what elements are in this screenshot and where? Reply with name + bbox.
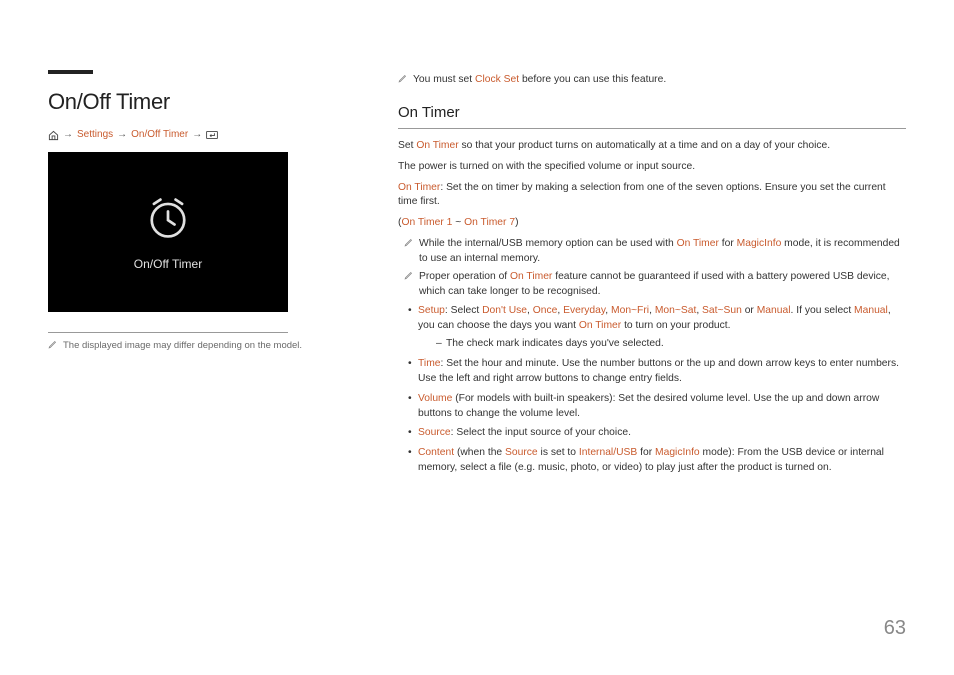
page-title: On/Off Timer (48, 86, 338, 118)
divider (48, 332, 288, 333)
image-caption: The displayed image may differ depending… (48, 339, 338, 353)
home-icon (48, 130, 59, 141)
note-text: Proper operation of On Timer feature can… (419, 270, 906, 300)
paragraph: The power is turned on with the specifie… (398, 160, 906, 175)
top-rule (48, 70, 93, 74)
arrow: → (117, 128, 127, 143)
bullet-content: Content (when the Source is set to Inter… (408, 446, 906, 476)
clock-icon (142, 192, 194, 244)
dash-list: The check mark indicates days you've sel… (418, 337, 906, 352)
pencil-icon (404, 238, 413, 267)
dash-item: The check mark indicates days you've sel… (436, 337, 906, 352)
pencil-icon (398, 74, 407, 88)
arrow: → (192, 128, 202, 143)
left-column: On/Off Timer → Settings → On/Off Timer → (48, 70, 338, 481)
paragraph: (On Timer 1 ~ On Timer 7) (398, 216, 906, 231)
arrow: → (63, 128, 73, 143)
bullet-setup: Setup: Select Don't Use, Once, Everyday,… (408, 304, 906, 352)
paragraph: Set On Timer so that your product turns … (398, 139, 906, 154)
note-internal-usb: While the internal/USB memory option can… (404, 237, 906, 267)
note-text: While the internal/USB memory option can… (419, 237, 906, 267)
note-text: You must set Clock Set before you can us… (413, 73, 666, 88)
enter-icon (206, 130, 218, 140)
page-number: 63 (884, 614, 906, 643)
breadcrumb-settings: Settings (77, 128, 113, 143)
bullet-volume: Volume (For models with built-in speaker… (408, 392, 906, 422)
preview-image: On/Off Timer (48, 152, 288, 312)
clock-set-note: You must set Clock Set before you can us… (398, 73, 906, 88)
bullet-list: Setup: Select Don't Use, Once, Everyday,… (398, 304, 906, 476)
bullet-source: Source: Select the input source of your … (408, 426, 906, 441)
pencil-icon (48, 340, 57, 353)
pencil-icon (404, 271, 413, 300)
right-column: You must set Clock Set before you can us… (398, 70, 906, 481)
note-battery-usb: Proper operation of On Timer feature can… (404, 270, 906, 300)
caption-text: The displayed image may differ depending… (63, 339, 302, 353)
document-page: On/Off Timer → Settings → On/Off Timer → (0, 0, 954, 511)
section-heading: On Timer (398, 102, 906, 129)
paragraph: On Timer: Set the on timer by making a s… (398, 181, 906, 211)
breadcrumb: → Settings → On/Off Timer → (48, 128, 338, 143)
bullet-time: Time: Set the hour and minute. Use the n… (408, 357, 906, 387)
preview-label: On/Off Timer (134, 256, 202, 273)
breadcrumb-onofftimer: On/Off Timer (131, 128, 188, 143)
